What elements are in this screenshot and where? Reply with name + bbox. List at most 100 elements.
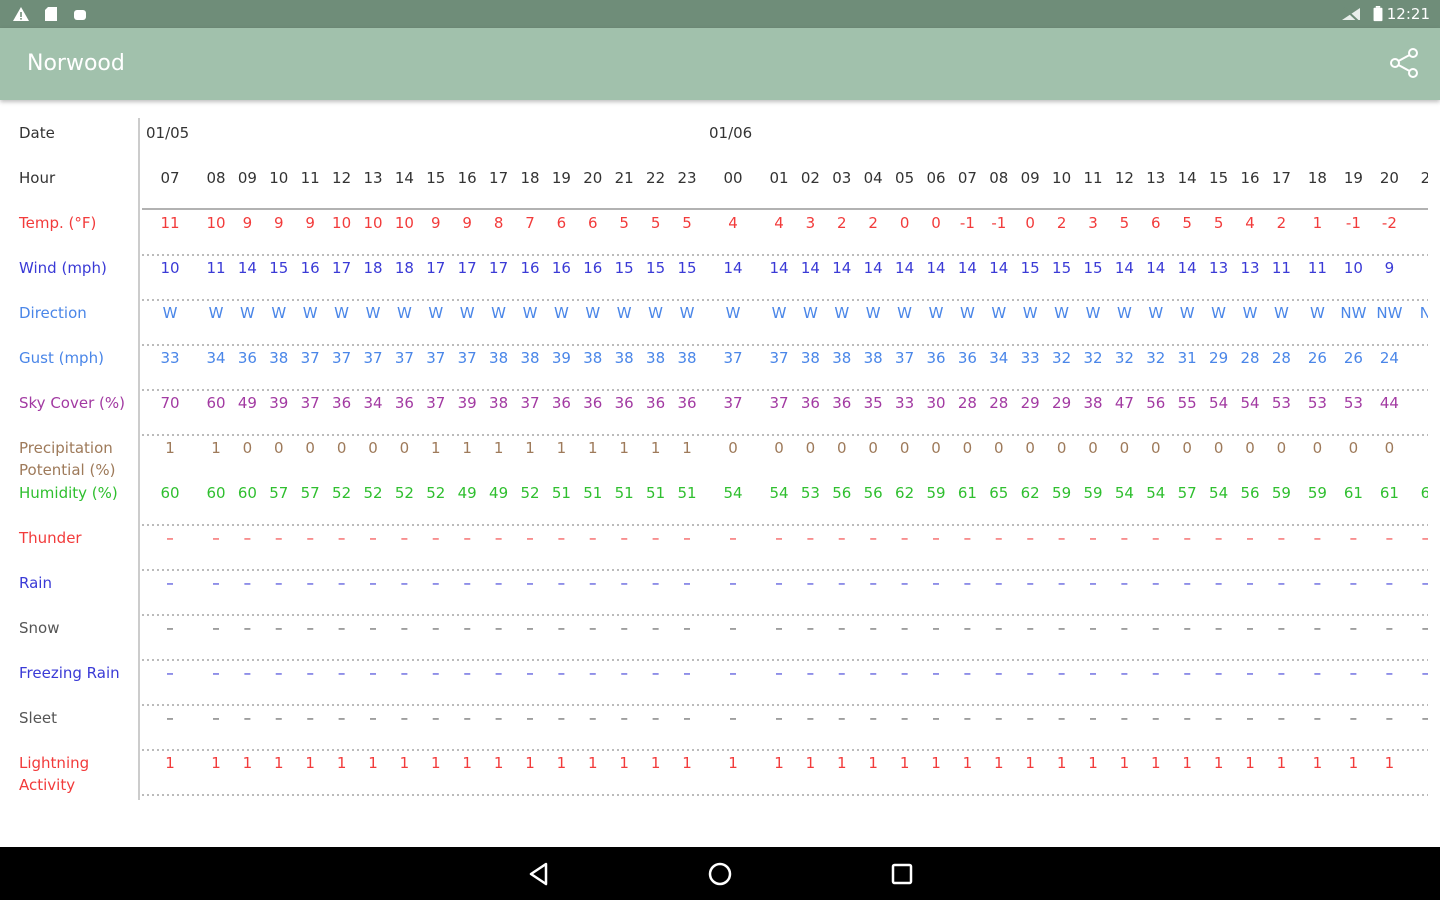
cell-sleet: – [729,709,737,727]
cell-rain: – [432,574,440,592]
cell-humidity: 51 [615,484,634,502]
forecast-grid: Date 01/05 01/06Hour 07 08 09 10 11 12 13 14 15 16 17… [18,118,1428,800]
cell-gust: 37 [458,349,477,367]
cell-freezing_rain: – [869,664,877,682]
cell-freezing_rain: – [995,664,1003,682]
cell-rain: – [995,574,1003,592]
cell-sky: 35 [864,394,883,412]
cell-thunder: – [166,529,174,547]
cell-sky: 38 [489,394,508,412]
cell-sleet: – [901,709,909,727]
cell-temp: 6 [588,214,598,232]
cell-freezing_rain: – [212,664,220,682]
cell-gust: 26 [1308,349,1327,367]
cell-gust: 36 [238,349,257,367]
cell-freezing_rain: – [1089,664,1097,682]
home-icon[interactable] [705,859,735,889]
cell-direction: W [617,304,632,322]
cell-rain: – [1246,574,1254,592]
cell-sleet: – [683,709,691,727]
cell-gust: 38 [583,349,602,367]
cell-precip: 0 [1151,439,1161,457]
row-label-gust: Gust (mph) [19,349,104,367]
cell-direction: W [163,304,178,322]
cell-snow: – [589,619,597,637]
cell-temp: 9 [431,214,441,232]
cell-humidity: 59 [1272,484,1291,502]
cell-snow: – [995,619,1003,637]
cell-sleet: – [275,709,283,727]
hour-label: 17 [489,169,508,187]
battery-icon [1373,6,1383,22]
cell-humidity: 62 [1021,484,1040,502]
hour-label: 16 [1240,169,1259,187]
cell-sleet: – [1152,709,1160,727]
cell-freezing_rain: – [432,664,440,682]
cell-direction: W [897,304,912,322]
cell-humidity: 61 [1380,484,1399,502]
cell-freezing_rain: – [589,664,597,682]
cell-thunder: – [869,529,877,547]
hour-label: 12 [332,169,351,187]
share-icon[interactable] [1388,46,1420,80]
cell-gust: 37 [895,349,914,367]
cell-sky: 33 [895,394,914,412]
hour-label: 18 [520,169,539,187]
hour-label: 11 [301,169,320,187]
hour-header-label: Hour [19,169,56,187]
cell-freezing_rain: – [964,664,972,682]
cell-sleet: – [807,709,815,727]
cell-wind: 16 [520,259,539,277]
cell-humidity: 56 [832,484,851,502]
cell-precip: 0 [1120,439,1130,457]
cell-temp: 3 [806,214,816,232]
cell-lightning: 1 [1277,754,1287,772]
hour-label: 15 [1209,169,1228,187]
cell-gust: 38 [677,349,696,367]
cell-snow: – [432,619,440,637]
hour-label: 00 [723,169,742,187]
recents-icon[interactable] [887,859,917,889]
cell-snow: – [838,619,846,637]
cell-lightning: 1 [1313,754,1323,772]
cell-temp: 10 [206,214,225,232]
cell-snow: – [1121,619,1129,637]
hour-label: 18 [1308,169,1327,187]
cell-sleet: – [1058,709,1066,727]
cell-freezing_rain: – [338,664,346,682]
cell-gust: 28 [1240,349,1259,367]
hour-label: 07 [958,169,977,187]
cell-thunder: – [1089,529,1097,547]
cell-wind: 11 [1308,259,1327,277]
row-label-humidity: Humidity (%) [19,484,118,502]
cell-precip: 0 [1088,439,1098,457]
cell-direction: W [1243,304,1258,322]
cell-lightning: 1 [1057,754,1067,772]
cell-freezing_rain: – [1386,664,1394,682]
cell-precip: 1 [211,439,221,457]
cell-sky: 28 [989,394,1008,412]
cell-snow: – [1314,619,1322,637]
back-icon[interactable] [524,859,554,889]
cell-humidity: 61 [958,484,977,502]
cell-precip: 0 [1245,439,1255,457]
hour-label: 13 [1146,169,1165,187]
row-label-snow: Snow [19,619,59,637]
forecast-table[interactable]: Date 01/05 01/06 Hour 07 08 09 10 11 12 13 14 15 16 17… [12,110,1428,845]
cell-gust: 34 [206,349,225,367]
wifi-off-icon [1342,7,1360,22]
cell-gust: 32 [1052,349,1071,367]
cell-direction: W [554,304,569,322]
cell-thunder: – [338,529,346,547]
cell-temp: 0 [931,214,941,232]
cell-direction: W [366,304,381,322]
cell-rain: – [401,574,409,592]
cell-precip: 0 [1349,439,1359,457]
cell-gust: 32 [1083,349,1102,367]
cell-gust: 34 [989,349,1008,367]
cell-sky: 39 [458,394,477,412]
cell-rain: – [932,574,940,592]
cell-gust: 36 [926,349,945,367]
cell-wind: 18 [395,259,414,277]
cell-freezing_rain: – [401,664,409,682]
